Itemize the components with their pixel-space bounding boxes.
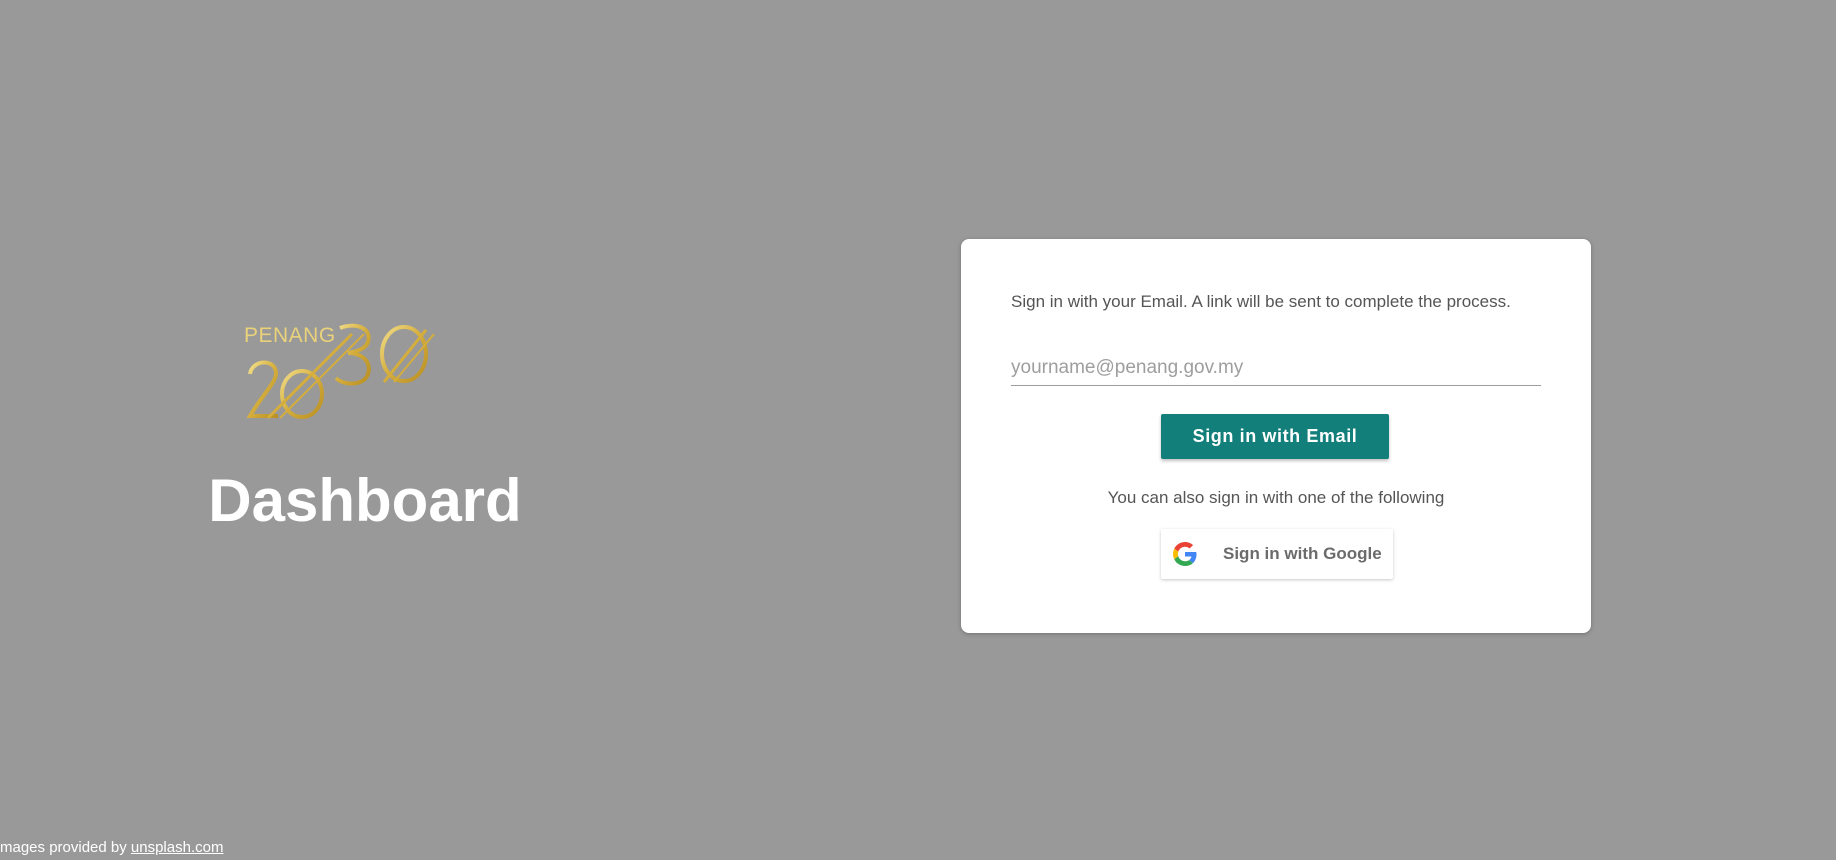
google-button-label: Sign in with Google xyxy=(1223,544,1382,563)
alternative-sign-in-text: You can also sign in with one of the fol… xyxy=(1107,488,1445,507)
page-title: Dashboard xyxy=(208,467,522,534)
google-logo-icon xyxy=(1173,542,1197,566)
image-credit: mages provided by unsplash.com xyxy=(0,839,223,856)
logo-wordmark: PENANG xyxy=(244,324,336,347)
login-page: PENANG Dashboard Sign in with your Email… xyxy=(0,0,1836,860)
image-credit-text: mages provided by xyxy=(0,839,131,856)
sign-in-card: Sign in with your Email. A link will be … xyxy=(961,239,1591,633)
sign-in-instructions: Sign in with your Email. A link will be … xyxy=(1011,292,1511,311)
email-input[interactable] xyxy=(1011,351,1541,386)
unsplash-link[interactable]: unsplash.com xyxy=(131,839,224,856)
penang-2030-logo: PENANG xyxy=(244,316,450,422)
sign-in-email-button[interactable]: Sign in with Email xyxy=(1161,414,1389,459)
sign-in-google-button[interactable]: Sign in with Google xyxy=(1161,529,1393,579)
